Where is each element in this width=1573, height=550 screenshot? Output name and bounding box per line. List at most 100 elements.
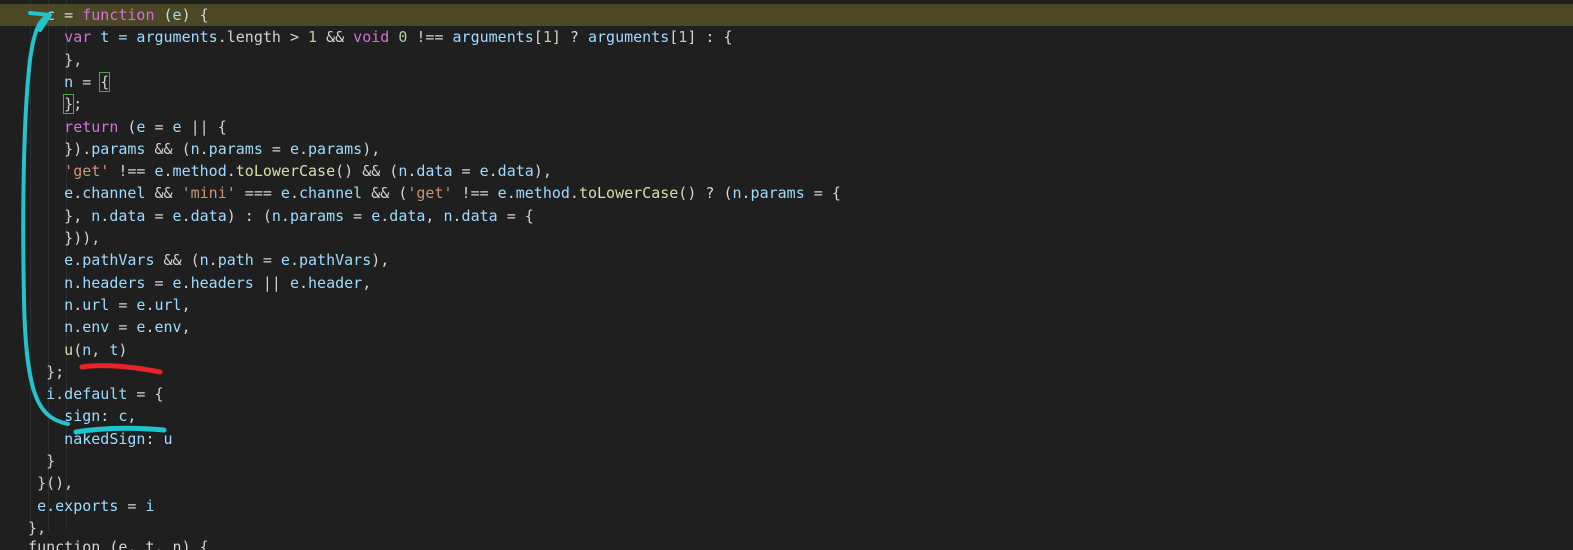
code-line[interactable]: nakedSign: u xyxy=(0,428,173,450)
code-token: t xyxy=(109,340,119,359)
code-line[interactable]: n.headers = e.headers || e.header, xyxy=(0,272,371,294)
code-line-partial: function (e, t, n) { xyxy=(10,538,209,550)
code-line[interactable]: c = function (e) { xyxy=(0,4,1573,26)
code-token: = xyxy=(262,139,290,158)
code-token: = { xyxy=(804,184,841,203)
code-token: params xyxy=(208,139,263,158)
code-token: 'get' xyxy=(64,162,110,181)
code-line[interactable]: return (e = e || { xyxy=(0,116,227,138)
code-token: . xyxy=(289,184,299,203)
code-token: ] ? xyxy=(551,28,588,47)
code-token: n xyxy=(91,206,101,225)
code-line[interactable]: }; xyxy=(0,93,82,115)
code-token: pathVars xyxy=(298,251,372,270)
code-token: [ xyxy=(533,28,543,47)
code-line[interactable]: }; xyxy=(0,361,64,383)
code-token: n xyxy=(271,206,281,225)
code-token: ( xyxy=(73,340,83,359)
code-token: . xyxy=(73,273,83,292)
code-token: .length > xyxy=(217,28,309,47)
code-line[interactable]: e.exports = i xyxy=(0,495,154,517)
code-line[interactable]: sign: c, xyxy=(0,405,136,427)
code-token: e xyxy=(371,206,381,225)
code-token: e xyxy=(154,162,164,181)
code-token: }(), xyxy=(37,474,74,493)
code-token: . xyxy=(280,206,290,225)
code-line[interactable]: e.channel && 'mini' === e.channel && ('g… xyxy=(0,182,841,204)
code-token: || { xyxy=(181,117,227,136)
code-line[interactable]: 'get' !== e.method.toLowerCase() && (n.d… xyxy=(0,160,552,182)
code-token: return xyxy=(64,117,119,136)
code-token: nakedSign xyxy=(64,429,146,448)
code-token: = xyxy=(344,206,372,225)
code-token: method xyxy=(515,184,570,203)
code-token: = xyxy=(145,206,173,225)
code-line[interactable]: }, xyxy=(0,49,82,71)
code-line[interactable]: }).params && (n.params = e.params), xyxy=(0,138,380,160)
code-token: function xyxy=(82,6,155,24)
code-token: arguments xyxy=(587,28,670,47)
code-line[interactable]: n.url = e.url, xyxy=(0,294,191,316)
code-token: e xyxy=(172,206,182,225)
code-token: n xyxy=(398,162,408,181)
code-token: . xyxy=(488,162,498,181)
code-token: var xyxy=(64,28,92,47)
code-token: exports xyxy=(55,496,119,515)
code-line[interactable]: n = { xyxy=(0,71,111,93)
code-token: && ( xyxy=(154,251,200,270)
code-token: e xyxy=(64,184,74,203)
code-token: . xyxy=(569,184,579,203)
code-token: e xyxy=(37,496,47,515)
code-token: default xyxy=(64,385,128,404)
code-token: . xyxy=(73,318,83,337)
code-token: . xyxy=(100,206,110,225)
code-token: ), xyxy=(533,162,552,181)
code-token: params xyxy=(91,139,146,158)
code-line[interactable]: n.env = e.env, xyxy=(0,316,191,338)
code-line[interactable]: })), xyxy=(0,227,100,249)
code-token: . xyxy=(73,184,83,203)
code-token: u xyxy=(163,429,173,448)
code-line[interactable]: var t = arguments.length > 1 && void 0 !… xyxy=(0,26,732,48)
code-token: data xyxy=(497,162,534,181)
code-token: () ? ( xyxy=(678,184,733,203)
code-token: ) xyxy=(118,340,128,359)
code-token: . xyxy=(73,295,83,314)
code-token: 'mini' xyxy=(181,184,236,203)
code-token: n xyxy=(64,295,74,314)
code-token: sign xyxy=(64,407,101,426)
code-line[interactable]: e.pathVars && (n.path = e.pathVars), xyxy=(0,249,389,271)
code-token: e xyxy=(172,117,182,136)
code-line[interactable]: }(), xyxy=(0,472,73,494)
code-token: . xyxy=(298,139,309,158)
code-line[interactable]: i.default = { xyxy=(0,383,163,405)
code-token: data xyxy=(109,206,146,225)
code-token: data xyxy=(190,206,227,225)
code-line[interactable]: u(n, t) xyxy=(0,339,127,361)
code-token: , xyxy=(362,273,372,292)
code-line[interactable]: }, n.data = e.data) : (n.params = e.data… xyxy=(0,205,534,227)
code-token: , xyxy=(425,206,444,225)
code-token: : xyxy=(145,429,164,448)
code-token: = xyxy=(109,318,137,337)
code-token: ), xyxy=(362,139,381,158)
code-token: = xyxy=(452,162,480,181)
code-token: }). xyxy=(64,139,92,158)
code-token: n xyxy=(443,206,453,225)
code-token: ( xyxy=(118,117,137,136)
code-token: ) { xyxy=(181,6,209,24)
code-token: arguments xyxy=(136,28,218,47)
code-token: , xyxy=(181,295,191,314)
code-token: . xyxy=(289,251,299,270)
code-token: url xyxy=(154,295,182,314)
code-token: env xyxy=(154,318,182,337)
code-token: && xyxy=(317,28,354,47)
code-token: e xyxy=(289,139,299,158)
code-token: n xyxy=(732,184,742,203)
code-token: . xyxy=(163,162,173,181)
code-token: , xyxy=(181,318,191,337)
code-token: path xyxy=(217,251,254,270)
code-token: env xyxy=(82,318,110,337)
code-editor[interactable]: c = function (e) {var t = arguments.leng… xyxy=(0,0,1573,550)
code-line[interactable]: } xyxy=(0,450,55,472)
